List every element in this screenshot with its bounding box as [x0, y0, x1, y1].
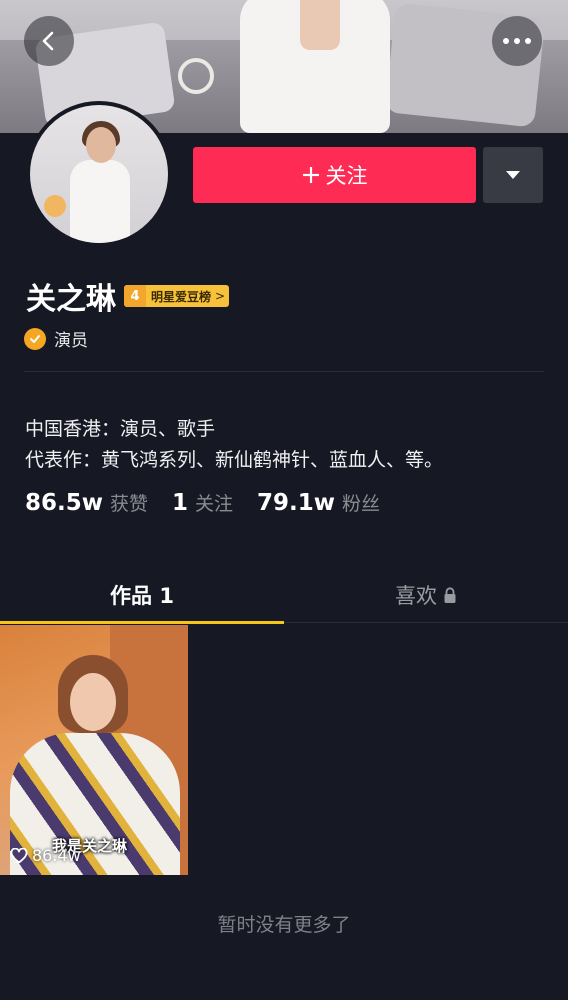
no-more-content-text: 暂时没有更多了 — [217, 914, 351, 936]
chevron-right-icon: > — [215, 289, 226, 303]
video-likes-count: 86.4w — [32, 846, 81, 865]
bio-line: 代表作：黄飞鸿系列、新仙鹤神针、蓝血人、等。 — [25, 449, 444, 471]
stat-followers[interactable]: 79.1w 粉丝 — [257, 489, 380, 516]
triangle-down-icon — [506, 171, 520, 179]
stat-value: 79.1w — [257, 490, 336, 516]
more-options-button[interactable] — [492, 16, 542, 66]
tab-likes[interactable]: 喜欢 — [284, 567, 568, 623]
more-horizontal-icon — [503, 38, 531, 44]
stat-likes: 86.5w 获赞 — [25, 489, 148, 516]
tab-label: 作品 1 — [110, 584, 174, 608]
badge-text: 明星爱豆榜 — [151, 289, 212, 304]
avatar[interactable] — [26, 101, 172, 247]
star-rank-badge[interactable]: 4 明星爱豆榜 > — [124, 285, 230, 307]
stat-label: 关注 — [195, 493, 234, 515]
back-button[interactable] — [24, 16, 74, 66]
video-thumbnail[interactable]: 我是关之琳 86.4w — [0, 625, 188, 875]
stat-value: 1 — [172, 490, 189, 516]
profile-bio: 中国香港：演员、歌手 代表作：黄飞鸿系列、新仙鹤神针、蓝血人、等。 — [25, 414, 443, 476]
stat-label: 粉丝 — [342, 493, 381, 515]
tab-label: 喜欢 — [395, 584, 437, 608]
bio-line: 中国香港：演员、歌手 — [25, 418, 216, 440]
follow-label: 关注 — [325, 165, 368, 188]
divider — [24, 371, 544, 372]
verification-row: 演员 — [24, 326, 88, 351]
heart-outline-icon — [10, 847, 28, 863]
profile-stats: 86.5w 获赞 1 关注 79.1w 粉丝 — [25, 489, 404, 516]
recommend-dropdown-button[interactable] — [483, 147, 543, 203]
badge-level: 4 — [124, 285, 146, 307]
verified-check-icon — [24, 327, 46, 350]
stat-following[interactable]: 1 关注 — [172, 489, 233, 516]
profile-name: 关之琳 — [26, 282, 116, 317]
verified-label: 演员 — [54, 331, 88, 351]
stat-value: 86.5w — [25, 490, 103, 516]
video-likes: 86.4w — [10, 846, 81, 865]
plus-icon — [302, 167, 319, 183]
content-tabs: 作品 1 喜欢 — [0, 567, 568, 624]
lock-icon — [444, 586, 456, 603]
tab-works[interactable]: 作品 1 — [0, 567, 284, 624]
stat-label: 获赞 — [110, 493, 149, 515]
name-row: 关之琳 4 明星爱豆榜 > — [26, 274, 230, 318]
chevron-left-icon — [42, 31, 54, 51]
follow-button[interactable]: 关注 — [193, 147, 476, 203]
